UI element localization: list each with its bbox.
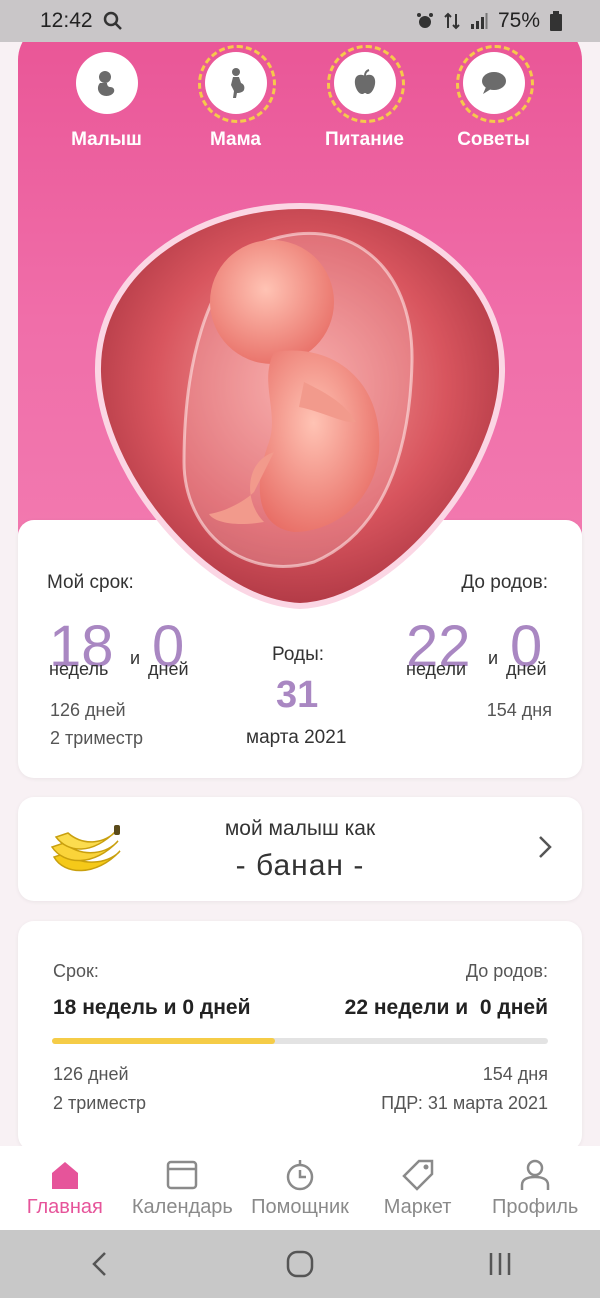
tab-profile[interactable]: Профиль: [476, 1146, 594, 1230]
mother-icon: [230, 68, 244, 98]
nav-mother-label: Мама: [210, 129, 261, 150]
until-weeks-word: недели: [406, 659, 467, 679]
baby-size-card[interactable]: мой малыш как - банан -: [18, 797, 582, 901]
status-bar: 12:42 75%: [0, 0, 600, 42]
clock-icon: [286, 1160, 314, 1191]
chevron-right-icon: [539, 836, 552, 858]
size-fruit: - банан -: [235, 849, 365, 882]
birth-month: марта 2021: [246, 727, 347, 748]
trimester: 2 триместр: [50, 728, 143, 748]
back-icon: [92, 1252, 106, 1276]
chat-bubble-icon: [481, 72, 506, 94]
battery-icon: [550, 11, 562, 31]
size-caption: мой малыш как: [224, 817, 376, 840]
nav-nutrition-label: Питание: [325, 129, 404, 150]
progress-fill: [52, 1038, 276, 1044]
total-days: 126 дней: [50, 700, 126, 720]
until-total-days: 154 дня: [486, 700, 552, 720]
progress-until-label: До родов:: [465, 961, 548, 981]
nav-nutrition[interactable]: Питание: [310, 45, 420, 152]
tab-home-label: Главная: [26, 1196, 103, 1218]
nav-baby[interactable]: Малыш: [52, 52, 162, 152]
tab-assistant[interactable]: Помощник: [241, 1146, 359, 1230]
apple-icon: [354, 69, 375, 94]
signal-icon: [470, 13, 488, 29]
search-icon: [103, 11, 122, 30]
home-system-button[interactable]: [270, 1244, 330, 1284]
tab-home[interactable]: Главная: [6, 1146, 124, 1230]
progress-days: 126 дней: [53, 1064, 129, 1084]
nav-tips[interactable]: Советы: [439, 45, 549, 152]
progress-term-value: 18 недель и 0 дней: [53, 996, 251, 1019]
system-navigation-bar: [0, 1230, 600, 1298]
calendar-icon: [167, 1160, 198, 1190]
status-time: 12:42: [40, 9, 93, 32]
tab-assistant-label: Помощник: [251, 1196, 349, 1218]
and-word: и: [130, 648, 141, 668]
weeks-word: недель: [49, 659, 109, 679]
data-transfer-icon: [444, 12, 460, 30]
until-and-word: и: [488, 648, 499, 668]
back-button[interactable]: [70, 1244, 130, 1284]
tag-icon: [401, 1159, 433, 1191]
tab-market[interactable]: Маркет: [359, 1146, 477, 1230]
alarm-icon: [416, 13, 433, 28]
pregnancy-progress-bar: [52, 1038, 548, 1044]
until-days-word: дней: [506, 659, 547, 679]
days-word: дней: [148, 659, 189, 679]
tab-market-label: Маркет: [383, 1196, 452, 1218]
tab-calendar-label: Календарь: [131, 1196, 233, 1218]
recents-icon: [489, 1253, 511, 1275]
home-circle-icon: [286, 1250, 314, 1278]
baby-icon: [97, 71, 114, 96]
due-date: ПДР: 31 марта 2021: [381, 1093, 548, 1113]
progress-trimester: 2 триместр: [53, 1093, 146, 1113]
nav-mother[interactable]: Мама: [181, 45, 291, 152]
profile-icon: [520, 1159, 550, 1190]
tab-calendar[interactable]: Календарь: [124, 1146, 242, 1230]
nav-baby-label: Малыш: [71, 129, 142, 150]
birth-label: Роды:: [272, 644, 325, 665]
nav-tips-label: Советы: [457, 129, 530, 150]
progress-card: Срок: До родов: 18 недель и 0 дней 22 не…: [18, 921, 582, 1151]
home-icon: [51, 1162, 78, 1189]
top-category-nav: Малыш Мама Питание Советы: [18, 45, 582, 152]
fetus-illustration: [94, 202, 506, 610]
birth-day: 31: [276, 674, 319, 716]
recents-button[interactable]: [470, 1244, 530, 1284]
battery-percent: 75%: [497, 9, 540, 32]
progress-until-value: 22 недели и 0 дней: [344, 996, 548, 1019]
bottom-tab-bar: Главная Календарь Помощник Маркет Профил…: [0, 1146, 600, 1230]
progress-until-days: 154 дня: [482, 1064, 548, 1084]
tab-profile-label: Профиль: [492, 1196, 579, 1218]
progress-term-label: Срок:: [53, 961, 99, 981]
